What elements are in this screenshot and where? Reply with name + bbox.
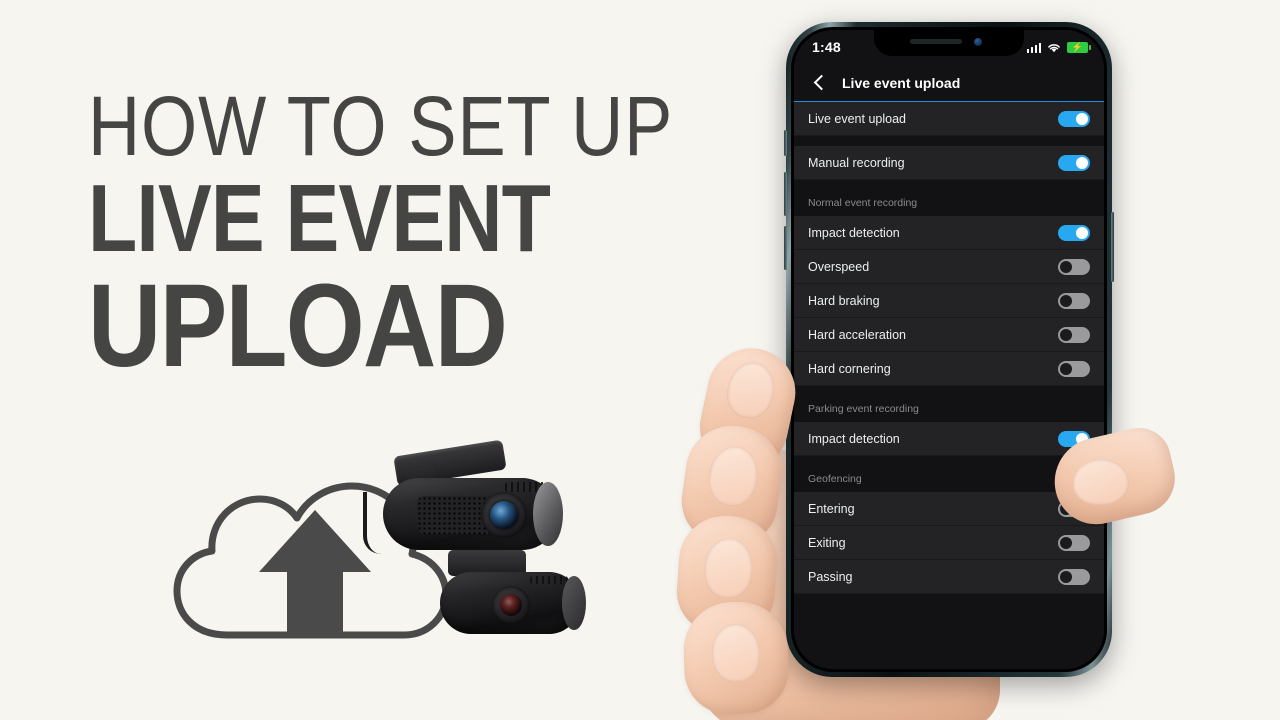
battery-bolt-glyph: ⚡ — [1071, 41, 1084, 52]
settings-row-label: Manual recording — [808, 155, 905, 170]
toggle-switch-off[interactable] — [1058, 292, 1090, 309]
headline-line-1: HOW TO SET UP — [88, 79, 674, 173]
toggle-knob — [1060, 294, 1072, 307]
front-camera-icon — [974, 38, 982, 46]
back-chevron-icon[interactable] — [810, 74, 828, 92]
headline-line-2: LIVE EVENT — [88, 165, 551, 273]
toggle-knob — [1060, 260, 1072, 273]
little-fingernail — [710, 623, 761, 683]
status-bar-time: 1:48 — [812, 39, 841, 55]
volume-down-button[interactable] — [784, 226, 787, 270]
little-finger — [682, 600, 790, 716]
volume-up-button[interactable] — [784, 172, 787, 216]
settings-row[interactable]: Manual recording — [794, 146, 1104, 180]
toggle-switch-on[interactable] — [1058, 154, 1090, 171]
ring-fingernail — [702, 536, 755, 600]
app-title: Live event upload — [842, 74, 961, 91]
cellular-signal-icon — [1026, 42, 1041, 53]
list-gap — [794, 180, 1104, 190]
dashcam-lens — [490, 501, 518, 529]
section-header: Normal event recording — [794, 190, 1104, 216]
hand-fingers — [674, 330, 1230, 720]
rear-dashcam-endcap — [562, 576, 586, 630]
app-header: Live event upload — [794, 64, 1104, 102]
wifi-icon — [1048, 43, 1060, 52]
headline-line-3: UPLOAD — [88, 259, 508, 392]
settings-row[interactable]: Live event upload — [794, 102, 1104, 136]
rear-dashcam-image — [430, 550, 590, 645]
toggle-knob — [1076, 156, 1088, 169]
middle-fingernail — [705, 443, 762, 510]
toggle-knob — [1076, 112, 1088, 125]
front-dashcam-image — [355, 439, 565, 563]
settings-row[interactable]: Overspeed — [794, 250, 1104, 284]
toggle-switch-on[interactable] — [1058, 224, 1090, 241]
toggle-knob — [1076, 226, 1088, 239]
cloud-upload-graphic — [165, 439, 586, 675]
settings-row-label: Hard braking — [808, 293, 880, 308]
settings-row-label: Impact detection — [808, 225, 900, 240]
index-fingernail — [722, 358, 780, 423]
settings-row-label: Overspeed — [808, 259, 870, 274]
thumb — [1045, 421, 1183, 533]
settings-row[interactable]: Hard braking — [794, 284, 1104, 318]
silent-switch[interactable] — [784, 130, 787, 156]
list-gap — [794, 136, 1104, 146]
battery-charging-icon: ⚡ — [1067, 41, 1091, 53]
toggle-switch-on[interactable] — [1058, 110, 1090, 127]
thumbnail — [1071, 457, 1130, 507]
toggle-switch-off[interactable] — [1058, 258, 1090, 275]
rear-dashcam-vent — [530, 576, 568, 584]
phone-notch — [874, 30, 1024, 56]
settings-row-label: Live event upload — [808, 111, 906, 126]
dashcam-endcap — [533, 482, 563, 546]
settings-row[interactable]: Impact detection — [794, 216, 1104, 250]
earpiece-speaker-icon — [910, 39, 962, 44]
status-bar-icons: ⚡ — [1026, 41, 1091, 53]
rear-dashcam-lens — [500, 594, 522, 616]
page-title: HOW TO SET UP LIVE EVENT UPLOAD — [88, 79, 708, 392]
power-button[interactable] — [1111, 212, 1114, 282]
